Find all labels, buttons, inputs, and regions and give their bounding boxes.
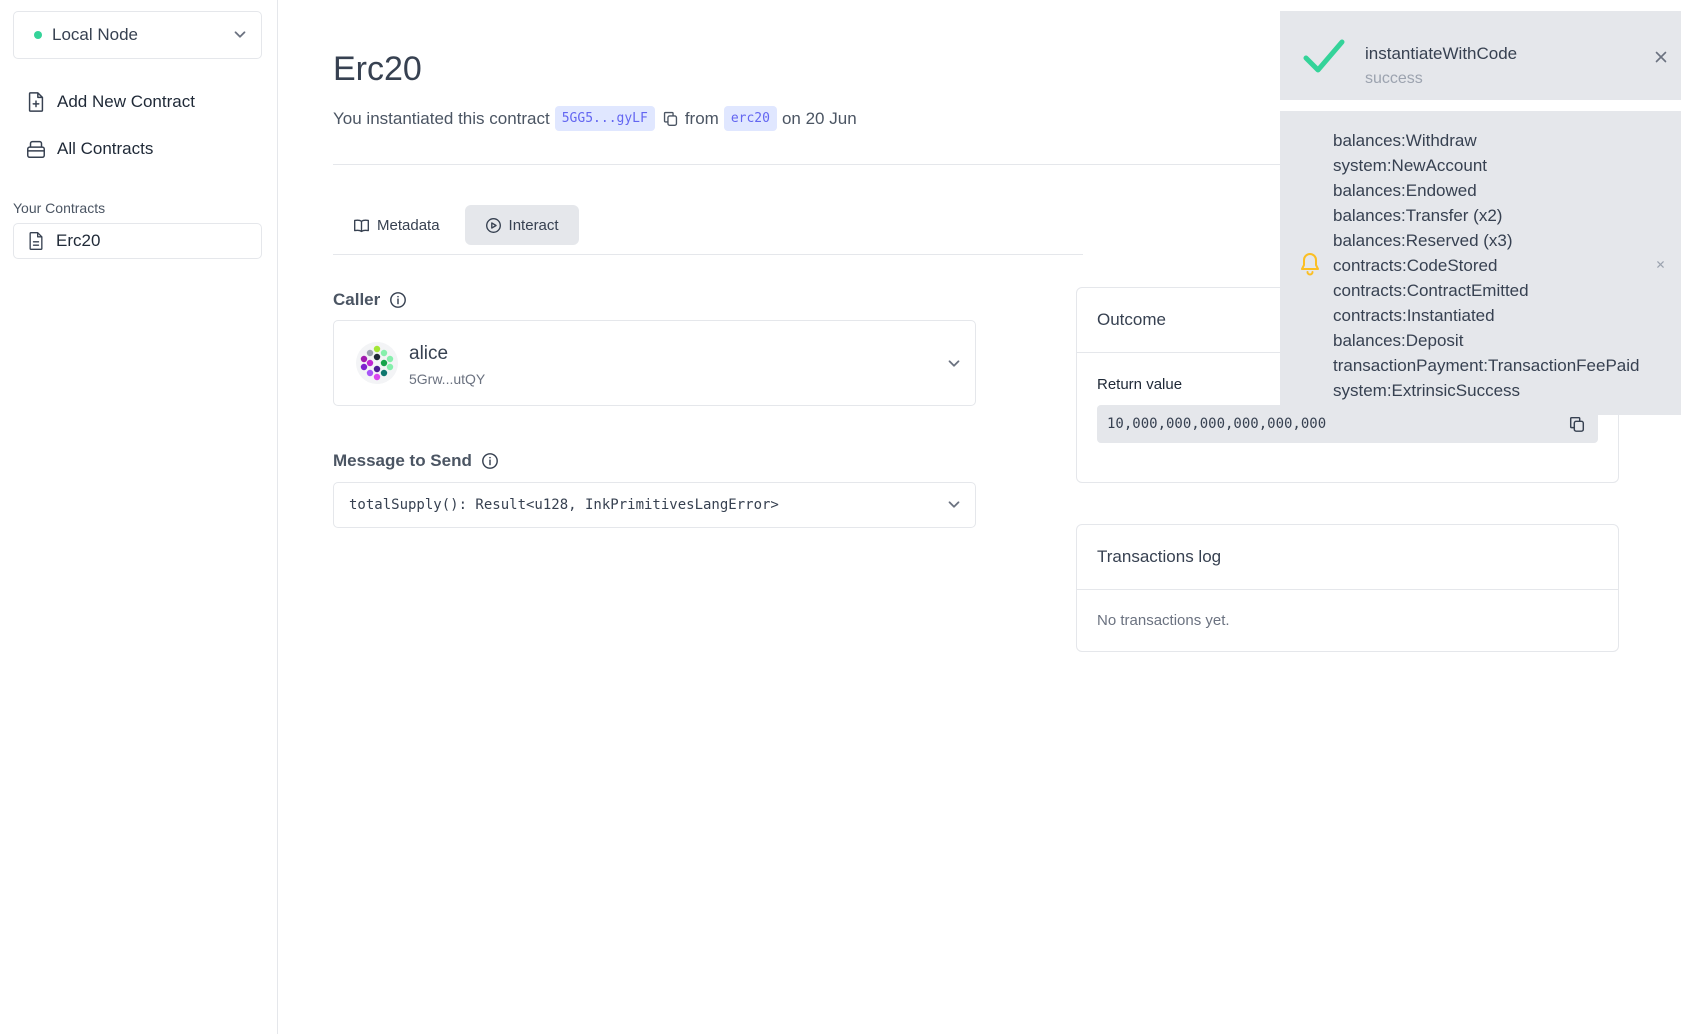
check-icon — [1303, 39, 1345, 73]
return-value: 10,000,000,000,000,000,000 — [1107, 416, 1327, 432]
node-selector[interactable]: Local Node — [13, 11, 262, 59]
nav-add-new-contract[interactable]: Add New Contract — [25, 91, 195, 113]
message-value: totalSupply(): Result<u128, InkPrimitive… — [349, 497, 779, 513]
caller-address: 5Grw...utQY — [409, 371, 486, 387]
event-item: system:NewAccount — [1333, 156, 1487, 175]
divider — [333, 164, 1283, 165]
chevron-down-icon — [234, 31, 246, 38]
message-label-text: Message to Send — [333, 451, 472, 470]
document-icon — [29, 232, 43, 250]
tab-interact[interactable]: Interact — [464, 205, 579, 245]
transactions-empty-text: No transactions yet. — [1097, 612, 1230, 629]
info-icon[interactable] — [389, 291, 407, 309]
contract-label: Erc20 — [56, 231, 101, 250]
transactions-title: Transactions log — [1077, 525, 1618, 590]
tab-label: Metadata — [377, 216, 440, 234]
subtitle-date: on 20 Jun — [781, 108, 857, 128]
toast-title: instantiateWithCode — [1365, 44, 1518, 63]
events-toast: balances:Withdraw system:NewAccount bala… — [1280, 111, 1681, 415]
close-icon[interactable] — [1652, 48, 1670, 66]
success-toast: instantiateWithCode success — [1280, 11, 1681, 100]
events-list: balances:Withdraw system:NewAccount bala… — [1333, 128, 1639, 403]
file-plus-icon — [28, 92, 44, 112]
copy-icon[interactable] — [662, 110, 679, 127]
event-item: balances:Deposit — [1333, 331, 1464, 350]
event-item: balances:Withdraw — [1333, 131, 1477, 150]
your-contracts-heading: Your Contracts — [13, 200, 106, 216]
node-status-dot — [34, 31, 42, 39]
transactions-panel: Transactions log No transactions yet. — [1076, 524, 1619, 652]
caller-label: Caller — [333, 290, 407, 310]
message-select[interactable]: totalSupply(): Result<u128, InkPrimitive… — [333, 482, 976, 528]
contract-address-chip: 5GG5...gyLF — [554, 106, 655, 131]
book-icon — [354, 218, 369, 232]
contract-subtitle: You instantiated this contract 5GG5...gy… — [333, 106, 857, 131]
tabs: Metadata Interact — [333, 205, 584, 245]
event-item: transactionPayment:TransactionFeePaid — [1333, 356, 1640, 375]
close-icon[interactable] — [1656, 260, 1665, 269]
caller-label-text: Caller — [333, 290, 381, 309]
code-name-chip: erc20 — [723, 106, 777, 131]
page-title: Erc20 — [333, 50, 422, 88]
play-circle-icon — [485, 217, 501, 233]
event-item: balances:Endowed — [1333, 181, 1477, 200]
node-label: Local Node — [52, 25, 139, 44]
event-item: contracts:Instantiated — [1333, 306, 1495, 325]
database-icon — [27, 140, 45, 158]
event-item: balances:Reserved (x3) — [1333, 231, 1513, 250]
event-item: contracts:ContractEmitted — [1333, 281, 1529, 300]
info-icon[interactable] — [481, 452, 499, 470]
subtitle-from: from — [684, 108, 719, 128]
message-label: Message to Send — [333, 451, 499, 471]
avatar — [356, 342, 398, 384]
event-item: system:ExtrinsicSuccess — [1333, 381, 1521, 400]
event-item: contracts:CodeStored — [1333, 256, 1498, 275]
sidebar-contract-erc20[interactable]: Erc20 — [13, 223, 262, 259]
sidebar: Local Node Add New Contract All Contract… — [0, 0, 278, 1034]
subtitle-prefix: You instantiated this contract — [333, 108, 550, 128]
tab-metadata[interactable]: Metadata — [333, 205, 460, 245]
tab-label: Interact — [508, 216, 559, 234]
chevron-down-icon — [948, 360, 960, 367]
copy-icon[interactable] — [1568, 415, 1586, 433]
return-value-label: Return value — [1097, 376, 1183, 393]
event-item: balances:Transfer (x2) — [1333, 206, 1503, 225]
bell-icon — [1301, 253, 1319, 276]
toast-status: success — [1365, 70, 1423, 87]
caller-name: alice — [409, 343, 449, 364]
nav-all-contracts[interactable]: All Contracts — [25, 138, 153, 160]
nav-label: All Contracts — [57, 139, 154, 158]
tabs-divider — [333, 254, 1083, 255]
nav-label: Add New Contract — [57, 92, 195, 111]
caller-select[interactable]: alice 5Grw...utQY — [333, 320, 976, 406]
chevron-down-icon — [948, 501, 960, 508]
